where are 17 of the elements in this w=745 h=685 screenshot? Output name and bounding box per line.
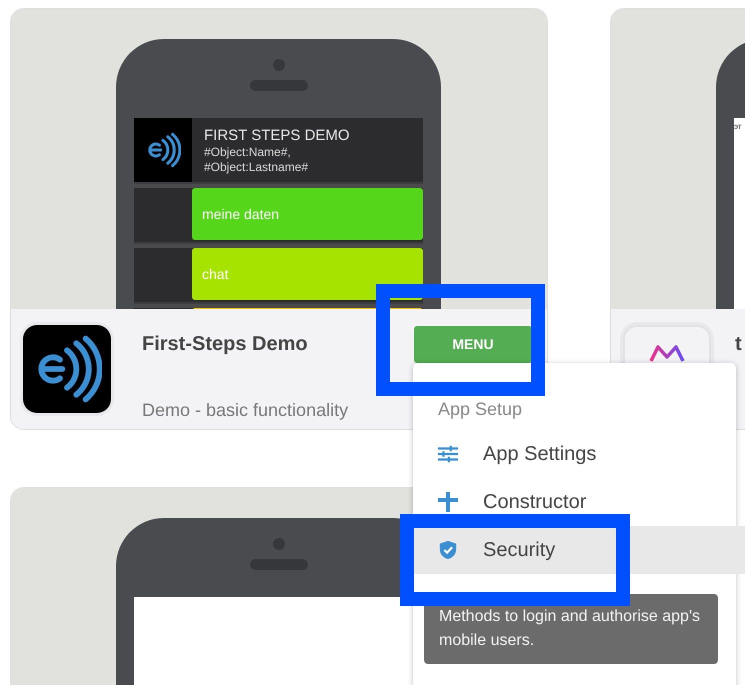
screen-text: эт: [734, 121, 743, 131]
app-name: First-Steps Demo: [142, 332, 309, 356]
screen-subtitle: #Object:Name#, #Object:Lastname#: [204, 145, 310, 175]
shield-check-icon: [437, 540, 459, 560]
menu-item-label: App Settings: [483, 442, 596, 466]
sliders-icon: [437, 444, 459, 464]
screen-title: FIRST STEPS DEMO: [204, 127, 351, 145]
menu-item[interactable]: Constructor: [413, 478, 736, 526]
menu-item[interactable]: Security: [413, 526, 745, 574]
menu-section-header: App Setup: [437, 398, 524, 419]
app-description: Demo - basic functionality: [142, 400, 348, 421]
menu-item-label: Security: [483, 538, 556, 562]
plus-icon: [437, 492, 459, 512]
app-name: t: [735, 332, 743, 356]
m-logo-icon: [647, 343, 687, 363]
menu-item[interactable]: App Settings: [413, 430, 736, 478]
menu-item-label: Constructor: [483, 490, 586, 514]
